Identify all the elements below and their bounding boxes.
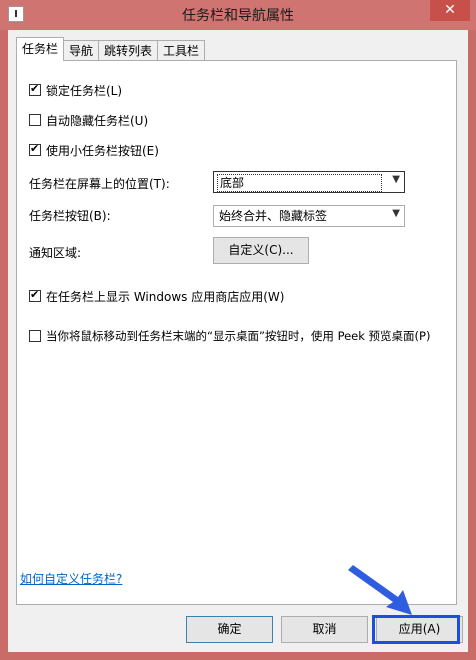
apply-button[interactable]: 应用(A)	[376, 616, 463, 643]
position-label: 任务栏在屏幕上的位置(T):	[29, 177, 170, 191]
auto-hide-label: 自动隐藏任务栏(U)	[46, 113, 149, 128]
dialog-client: 任务栏 导航 跳转列表 工具栏 锁定任务栏(L) 自动隐藏任务栏(U) 使用小任…	[8, 30, 468, 652]
peek-checkbox[interactable]	[29, 330, 41, 342]
ok-button[interactable]: 确定	[186, 616, 273, 643]
chevron-down-icon: ▼	[392, 208, 400, 219]
customize-button[interactable]: 自定义(C)...	[213, 237, 309, 264]
buttons-select-value: 始终合并、隐藏标签	[219, 209, 328, 223]
tab-jump-lists[interactable]: 跳转列表	[98, 40, 159, 61]
buttons-select[interactable]: 始终合并、隐藏标签 ▼	[213, 205, 405, 227]
show-store-apps-label: 在任务栏上显示 Windows 应用商店应用(W)	[46, 289, 285, 304]
lock-taskbar-checkbox[interactable]	[29, 82, 41, 96]
auto-hide-checkbox[interactable]	[29, 114, 41, 126]
notify-area-label: 通知区域:	[29, 246, 82, 260]
peek-label: 当你将鼠标移动到任务栏末端的“显示桌面”按钮时，使用 Peek 预览桌面(P)	[46, 329, 431, 343]
taskbar-tab-panel: 锁定任务栏(L) 自动隐藏任务栏(U) 使用小任务栏按钮(E) 任务栏在屏幕上的…	[16, 60, 457, 605]
cancel-button[interactable]: 取消	[281, 616, 368, 643]
small-buttons-checkbox[interactable]	[29, 142, 41, 156]
tab-taskbar[interactable]: 任务栏	[16, 37, 65, 61]
small-buttons-label: 使用小任务栏按钮(E)	[46, 143, 159, 158]
show-store-apps-checkbox[interactable]	[29, 288, 41, 302]
buttons-label: 任务栏按钮(B):	[29, 209, 111, 223]
position-select-value: 底部	[217, 174, 382, 192]
window-title: 任务栏和导航属性	[182, 8, 294, 24]
tab-toolbars[interactable]: 工具栏	[157, 40, 206, 61]
help-link[interactable]: 如何自定义任务栏?	[20, 570, 122, 587]
tab-navigation[interactable]: 导航	[63, 40, 100, 61]
title-bar: 任务栏和导航属性 ✕	[0, 0, 476, 30]
small-buttons-option[interactable]: 使用小任务栏按钮(E)	[29, 141, 159, 159]
tab-strip: 任务栏 导航 跳转列表 工具栏	[16, 37, 206, 61]
auto-hide-option[interactable]: 自动隐藏任务栏(U)	[29, 111, 148, 129]
chevron-down-icon: ▼	[392, 174, 400, 185]
position-select[interactable]: 底部 ▼	[213, 171, 405, 193]
show-store-apps-option[interactable]: 在任务栏上显示 Windows 应用商店应用(W)	[29, 287, 284, 305]
lock-taskbar-option[interactable]: 锁定任务栏(L)	[29, 81, 122, 99]
close-button[interactable]: ✕	[430, 0, 470, 21]
peek-option[interactable]: 当你将鼠标移动到任务栏末端的“显示桌面”按钮时，使用 Peek 预览桌面(P)	[29, 327, 430, 345]
lock-taskbar-label: 锁定任务栏(L)	[46, 83, 123, 98]
